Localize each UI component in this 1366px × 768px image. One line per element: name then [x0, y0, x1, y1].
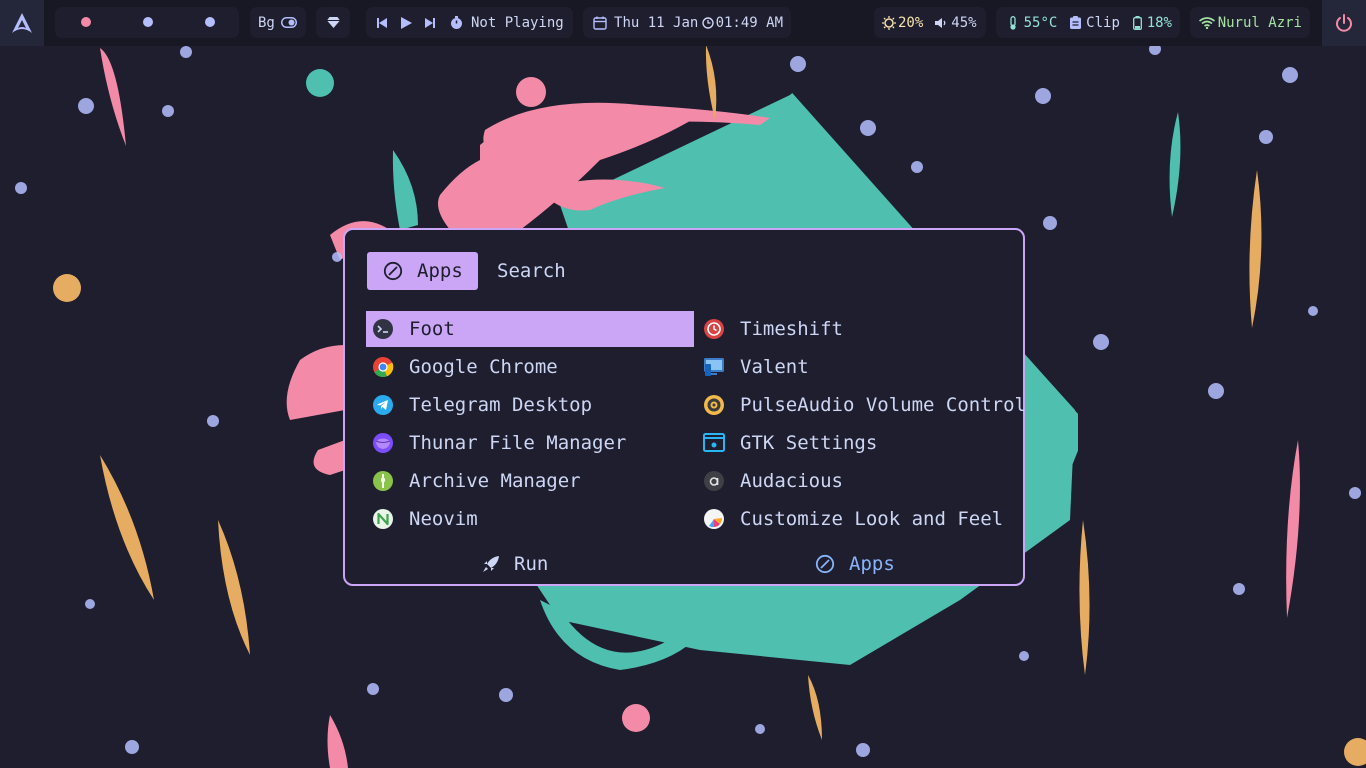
- thunar-icon: [373, 433, 393, 453]
- tab-search[interactable]: Search: [497, 252, 566, 290]
- clock-icon: [702, 16, 714, 29]
- app-item-pulseaudio-volume-control[interactable]: PulseAudio Volume Control: [697, 387, 1026, 423]
- top-bar: Bg Not Playing Thu 11 Jan 01:49 AM 20% 4…: [0, 0, 1366, 46]
- app-item-timeshift[interactable]: Timeshift: [697, 311, 1017, 347]
- app-item-label: Audacious: [740, 470, 843, 492]
- bg-label: Bg: [258, 14, 275, 31]
- date-text: Thu 11 Jan: [614, 14, 699, 31]
- volume-icon[interactable]: [935, 17, 947, 29]
- app-item-telegram-desktop[interactable]: Telegram Desktop: [366, 387, 694, 423]
- customize-icon: [704, 509, 724, 529]
- volume-value: 45%: [951, 14, 977, 31]
- toggle-icon: [280, 17, 297, 28]
- pulseaudio-icon: [704, 395, 724, 415]
- app-item-label: Archive Manager: [409, 470, 581, 492]
- clock-module[interactable]: Thu 11 Jan 01:49 AM: [583, 7, 791, 38]
- circle-slash-icon: [383, 261, 403, 281]
- run-label: Run: [514, 553, 549, 575]
- app-item-label: Neovim: [409, 508, 478, 530]
- app-item-neovim[interactable]: Neovim: [366, 501, 694, 537]
- clipboard-label[interactable]: Clip: [1086, 15, 1120, 31]
- run-button[interactable]: Run: [482, 550, 548, 578]
- thermometer-icon: [1010, 15, 1016, 30]
- timeshift-icon: [704, 319, 724, 339]
- app-item-label: PulseAudio Volume Control: [740, 394, 1026, 416]
- workspace-dot-1[interactable]: [81, 17, 91, 27]
- time-text: 01:49 AM: [715, 14, 783, 31]
- workspace-dot-3[interactable]: [205, 17, 215, 27]
- media-status: Not Playing: [471, 14, 564, 31]
- archive-icon: [373, 471, 393, 491]
- telegram-icon: [373, 395, 393, 415]
- tab-apps-label: Apps: [417, 260, 463, 282]
- media-module: Not Playing: [366, 7, 573, 38]
- brightness-value: 20%: [898, 14, 924, 31]
- app-item-label: GTK Settings: [740, 432, 878, 454]
- wifi-icon: [1199, 16, 1215, 29]
- previous-track-icon[interactable]: [376, 17, 388, 29]
- power-icon: [1336, 14, 1352, 32]
- gem-icon: [326, 17, 340, 28]
- app-item-gtk-settings[interactable]: GTK Settings: [697, 425, 1017, 461]
- app-item-thunar-file-manager[interactable]: Thunar File Manager: [366, 425, 694, 461]
- apps-mode-label: Apps: [849, 553, 895, 575]
- arch-logo-button[interactable]: [0, 0, 44, 46]
- gtk-settings-icon: [703, 433, 725, 452]
- calendar-icon: [593, 16, 607, 30]
- terminal-icon: [373, 319, 393, 339]
- app-item-valent[interactable]: Valent: [697, 349, 1017, 385]
- app-item-label: Thunar File Manager: [409, 432, 627, 454]
- app-item-archive-manager[interactable]: Archive Manager: [366, 463, 694, 499]
- rocket-icon: [483, 556, 499, 572]
- audacious-icon: [704, 471, 724, 491]
- temperature-value: 55°C: [1023, 14, 1058, 31]
- system-module: 55°C Clip 18%: [996, 7, 1180, 38]
- app-item-label: Foot: [409, 318, 455, 340]
- battery-value: 18%: [1146, 14, 1172, 31]
- app-item-label: Timeshift: [740, 318, 843, 340]
- power-button[interactable]: [1322, 0, 1366, 46]
- chrome-icon: [373, 357, 394, 378]
- next-track-icon[interactable]: [424, 17, 436, 29]
- brightness-icon[interactable]: [882, 15, 896, 30]
- bg-toggle[interactable]: Bg: [250, 7, 306, 38]
- network-module[interactable]: Nurul Azri: [1190, 7, 1310, 38]
- play-icon[interactable]: [400, 16, 412, 29]
- gem-button[interactable]: [316, 7, 350, 38]
- app-item-label: Valent: [740, 356, 809, 378]
- brightness-volume-module: 20% 45%: [874, 7, 986, 38]
- app-item-label: Google Chrome: [409, 356, 558, 378]
- app-item-label: Telegram Desktop: [409, 394, 593, 416]
- workspace-dot-2[interactable]: [143, 17, 153, 27]
- circle-slash-icon: [815, 554, 835, 574]
- clipboard-icon[interactable]: [1070, 16, 1082, 29]
- apps-mode-button[interactable]: Apps: [815, 550, 895, 578]
- app-item-label: Customize Look and Feel: [740, 508, 1004, 530]
- workspaces: [55, 7, 239, 38]
- timer-icon: [451, 16, 462, 29]
- arch-logo-icon: [12, 13, 32, 33]
- app-launcher: Apps Search Foot Google Chrome Telegram …: [343, 228, 1026, 586]
- tab-search-label: Search: [497, 260, 566, 282]
- network-name: Nurul Azri: [1217, 14, 1302, 31]
- app-item-audacious[interactable]: Audacious: [697, 463, 1017, 499]
- app-item-customize-look-and-feel[interactable]: Customize Look and Feel: [697, 501, 1017, 537]
- valent-icon: [704, 358, 724, 376]
- tab-apps[interactable]: Apps: [367, 252, 478, 290]
- app-item-foot[interactable]: Foot: [366, 311, 694, 347]
- battery-icon: [1133, 15, 1142, 30]
- app-item-google-chrome[interactable]: Google Chrome: [366, 349, 694, 385]
- neovim-icon: [373, 509, 393, 529]
